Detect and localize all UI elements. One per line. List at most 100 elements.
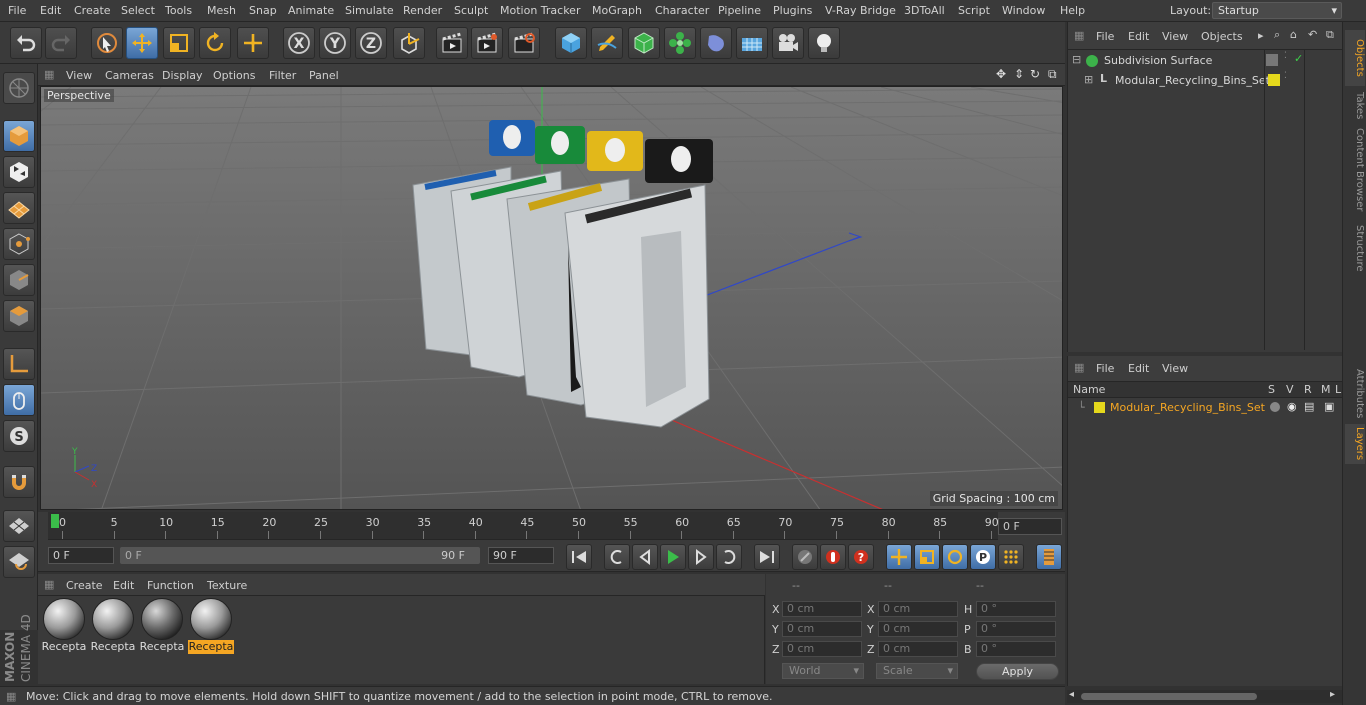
key-parameter-button[interactable]: P — [970, 544, 996, 570]
menu-simulate[interactable]: Simulate — [345, 4, 394, 17]
layer-menu-edit[interactable]: Edit — [1128, 362, 1149, 375]
keyframe-help-button[interactable]: ? — [848, 544, 874, 570]
menu-render[interactable]: Render — [403, 4, 442, 17]
material-swatch[interactable]: Recepta — [139, 598, 185, 656]
undo-button[interactable] — [10, 27, 42, 59]
material-menu-create[interactable]: Create — [66, 579, 103, 592]
search-icon[interactable]: ⌕ — [1274, 28, 1280, 42]
tab-attributes[interactable]: Attributes — [1345, 364, 1365, 424]
solo-toggle-icon[interactable] — [1270, 402, 1280, 412]
menu-edit[interactable]: Edit — [40, 4, 61, 17]
tab-content-browser[interactable]: Content Browser — [1345, 126, 1365, 214]
menu-3dtoall[interactable]: 3DToAll — [904, 4, 945, 17]
rotation-p-field[interactable]: 0 ° — [976, 621, 1056, 637]
tweak-mode-button[interactable] — [3, 384, 35, 416]
menu-file[interactable]: File — [8, 4, 26, 17]
menu-mograph[interactable]: MoGraph — [592, 4, 642, 17]
home-icon[interactable]: ⌂ — [1290, 28, 1297, 41]
snap-button[interactable] — [3, 466, 35, 498]
object-menu-file[interactable]: File — [1096, 30, 1114, 43]
floor-button[interactable] — [736, 27, 768, 59]
size-mode-select[interactable]: Scale ▾ — [876, 663, 958, 679]
rotation-h-field[interactable]: 0 ° — [976, 601, 1056, 617]
viewport[interactable]: Y Z X Perspective Grid Spacing : 100 cm — [40, 86, 1063, 510]
y-axis-button[interactable]: Y — [319, 27, 351, 59]
manager-icon[interactable]: ▣ — [1324, 400, 1334, 413]
select-tool-button[interactable] — [91, 27, 123, 59]
size-x-field[interactable]: 0 cm — [878, 601, 958, 617]
key-pla-button[interactable] — [998, 544, 1024, 570]
x-axis-button[interactable]: X — [283, 27, 315, 59]
layer-header-name[interactable]: Name — [1073, 383, 1105, 396]
menu-motion-tracker[interactable]: Motion Tracker — [500, 4, 580, 17]
coordinate-mode-select[interactable]: World ▾ — [782, 663, 864, 679]
visibility-dots-icon[interactable]: ⁚ — [1284, 51, 1287, 61]
viewport-menu-cameras[interactable]: Cameras — [105, 69, 154, 82]
points-mode-button[interactable] — [3, 228, 35, 260]
menu-select[interactable]: Select — [121, 4, 155, 17]
rotate-tool-button[interactable] — [199, 27, 231, 59]
layer-menu-view[interactable]: View — [1162, 362, 1188, 375]
cloner-button[interactable] — [664, 27, 696, 59]
deformer-button[interactable] — [700, 27, 732, 59]
new-window-icon[interactable]: ⧉ — [1326, 28, 1334, 42]
timeline-ruler[interactable]: 0 5 10 15 20 25 30 35 40 45 50 55 60 65 70 75 80 85 90 — [48, 512, 999, 540]
menu-animate[interactable]: Animate — [288, 4, 334, 17]
expand-icon[interactable]: ⊞ — [1084, 73, 1093, 86]
workplane-lock-button[interactable] — [3, 510, 35, 542]
texture-mode-button[interactable] — [3, 156, 35, 188]
prev-frame-button[interactable] — [632, 544, 658, 570]
goto-prev-key-button[interactable] — [604, 544, 630, 570]
viewport-menu-panel[interactable]: Panel — [309, 69, 339, 82]
viewport-menu-filter[interactable]: Filter — [269, 69, 296, 82]
subdivision-button[interactable] — [628, 27, 660, 59]
timeline-window-button[interactable] — [1036, 544, 1062, 570]
layer-header-locked[interactable]: L — [1335, 383, 1341, 396]
key-position-button[interactable] — [886, 544, 912, 570]
edges-mode-button[interactable] — [3, 264, 35, 296]
tab-layers[interactable]: Layers — [1345, 424, 1365, 464]
layer-header-render[interactable]: R — [1304, 383, 1312, 396]
menu-create[interactable]: Create — [74, 4, 111, 17]
menu-tools[interactable]: Tools — [165, 4, 192, 17]
visibility-dots-icon[interactable]: ⁚ — [1284, 71, 1287, 81]
layer-header-manager[interactable]: M — [1321, 383, 1331, 396]
layer-header-solo[interactable]: S — [1268, 383, 1275, 396]
material-swatch[interactable]: Recepta — [90, 598, 136, 656]
scrollbar-thumb[interactable] — [1081, 693, 1257, 700]
tab-structure[interactable]: Structure — [1345, 218, 1365, 278]
material-swatch-selected[interactable]: Recepta — [188, 598, 234, 656]
size-y-field[interactable]: 0 cm — [878, 621, 958, 637]
menu-window[interactable]: Window — [1002, 4, 1045, 17]
light-button[interactable] — [808, 27, 840, 59]
position-z-field[interactable]: 0 cm — [782, 641, 862, 657]
object-menu-objects[interactable]: Objects — [1201, 30, 1243, 43]
collapse-icon[interactable]: ⊟ — [1072, 53, 1081, 66]
menu-snap[interactable]: Snap — [249, 4, 277, 17]
viewport-pan-icon[interactable]: ✥ — [996, 67, 1006, 81]
viewport-dolly-icon[interactable]: ⇕ — [1014, 67, 1024, 81]
scale-tool-button[interactable] — [163, 27, 195, 59]
menu-character[interactable]: Character — [655, 4, 709, 17]
current-frame-field[interactable]: 0 F — [998, 518, 1062, 535]
z-axis-button[interactable]: Z — [355, 27, 387, 59]
tab-takes[interactable]: Takes — [1345, 84, 1365, 128]
playhead[interactable] — [51, 514, 59, 528]
menu-vray-bridge[interactable]: V-Ray Bridge — [825, 4, 896, 17]
model-mode-button[interactable] — [3, 120, 35, 152]
position-x-field[interactable]: 0 cm — [782, 601, 862, 617]
layout-select[interactable]: Startup ▾ — [1212, 2, 1342, 19]
key-rotation-button[interactable] — [942, 544, 968, 570]
menu-mesh[interactable]: Mesh — [207, 4, 236, 17]
viewport-menu-view[interactable]: View — [66, 69, 92, 82]
object-menu-edit[interactable]: Edit — [1128, 30, 1149, 43]
object-row[interactable]: ⊟ Subdivision Surface ⁚ ✓ — [1068, 51, 1343, 71]
scroll-left-icon[interactable]: ◂ — [1069, 689, 1074, 700]
goto-next-key-button[interactable] — [716, 544, 742, 570]
move-tool-button[interactable] — [126, 27, 158, 59]
next-frame-button[interactable] — [688, 544, 714, 570]
viewport-rotate-icon[interactable]: ↻ — [1030, 67, 1040, 81]
object-menu-view[interactable]: View — [1162, 30, 1188, 43]
play-button[interactable] — [660, 544, 686, 570]
end-frame-field[interactable]: 90 F — [488, 547, 554, 564]
